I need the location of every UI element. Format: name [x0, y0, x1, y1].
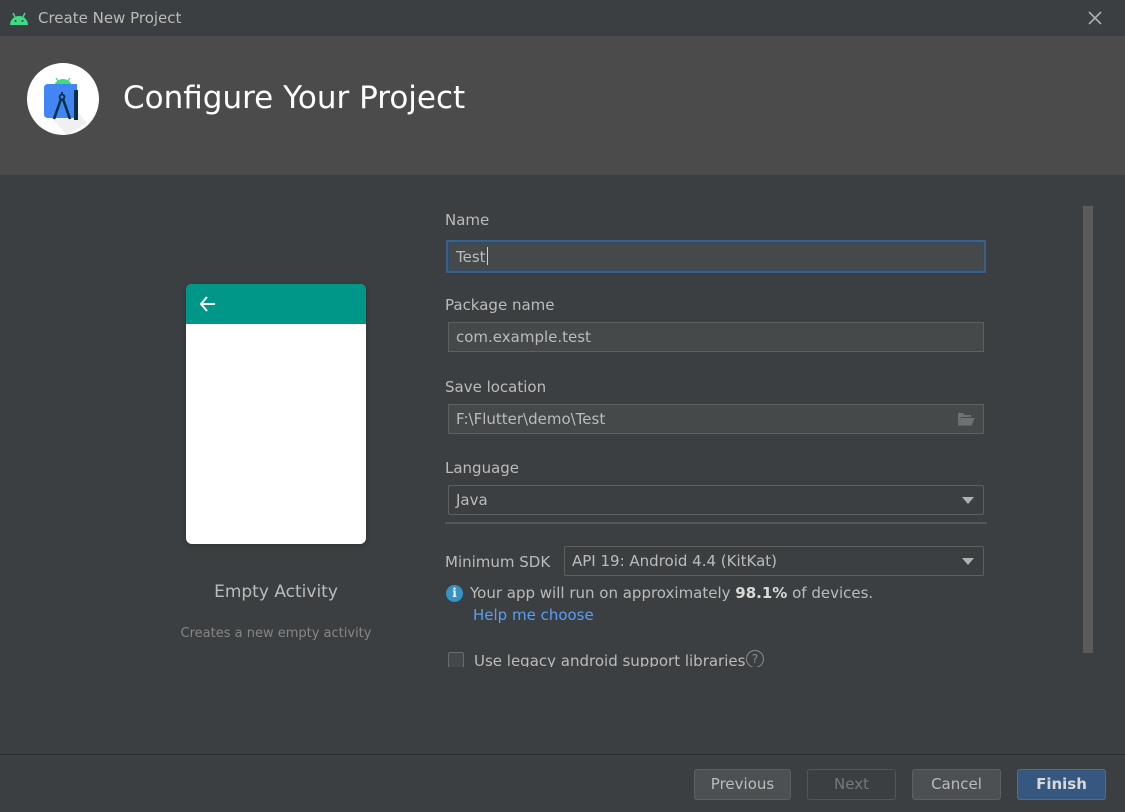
title-bar: Create New Project — [0, 0, 1125, 36]
vertical-scrollbar[interactable] — [1083, 206, 1093, 653]
name-value: Test — [456, 248, 486, 266]
arrow-back-icon — [199, 296, 215, 312]
minimum-sdk-select[interactable]: API 19: Android 4.4 (KitKat) — [564, 546, 984, 576]
minimum-sdk-value: API 19: Android 4.4 (KitKat) — [572, 552, 778, 570]
name-label: Name — [445, 211, 490, 229]
package-name-label: Package name — [445, 296, 555, 314]
folder-open-icon[interactable] — [957, 412, 975, 426]
language-select[interactable]: Java — [448, 485, 984, 515]
android-icon — [10, 12, 28, 25]
preview-app-bar — [186, 284, 366, 324]
template-name: Empty Activity — [214, 582, 338, 602]
finish-button[interactable]: Finish — [1017, 769, 1106, 800]
help-icon[interactable]: ? — [746, 650, 764, 667]
close-icon[interactable] — [1084, 8, 1106, 28]
next-button[interactable]: Next — [807, 769, 896, 800]
legacy-support-row: Use legacy android support libraries ? — [440, 640, 840, 667]
activity-preview — [186, 284, 366, 544]
info-icon: i — [446, 585, 463, 602]
legacy-support-label[interactable]: Use legacy android support libraries — [474, 652, 745, 667]
help-me-choose-link[interactable]: Help me choose — [473, 606, 594, 624]
device-coverage-text: Your app will run on approximately 98.1%… — [470, 584, 873, 602]
text-caret — [486, 247, 488, 265]
wizard-header: Configure Your Project — [0, 36, 1125, 175]
coverage-percent: 98.1% — [735, 584, 788, 602]
minimum-sdk-label: Minimum SDK — [445, 553, 551, 571]
section-divider — [445, 522, 987, 524]
window-title: Create New Project — [38, 9, 182, 27]
save-location-value: F:\Flutter\demo\Test — [456, 410, 606, 428]
coverage-prefix: Your app will run on approximately — [470, 584, 736, 602]
previous-button[interactable]: Previous — [694, 769, 791, 800]
cancel-button[interactable]: Cancel — [912, 769, 1001, 800]
language-value: Java — [456, 491, 488, 509]
name-input[interactable]: Test — [446, 240, 986, 273]
chevron-down-icon — [962, 558, 974, 565]
save-location-label: Save location — [445, 378, 547, 396]
package-name-value: com.example.test — [456, 328, 591, 346]
legacy-support-checkbox[interactable] — [448, 652, 464, 667]
coverage-suffix: of devices. — [787, 584, 874, 602]
page-title: Configure Your Project — [123, 80, 466, 116]
wizard-footer: Previous Next Cancel Finish — [0, 755, 1125, 812]
package-name-input[interactable]: com.example.test — [448, 322, 984, 352]
chevron-down-icon — [962, 497, 974, 504]
android-studio-logo — [27, 63, 99, 135]
template-description: Creates a new empty activity — [180, 626, 372, 641]
save-location-input[interactable]: F:\Flutter\demo\Test — [448, 404, 984, 434]
language-label: Language — [445, 459, 520, 477]
